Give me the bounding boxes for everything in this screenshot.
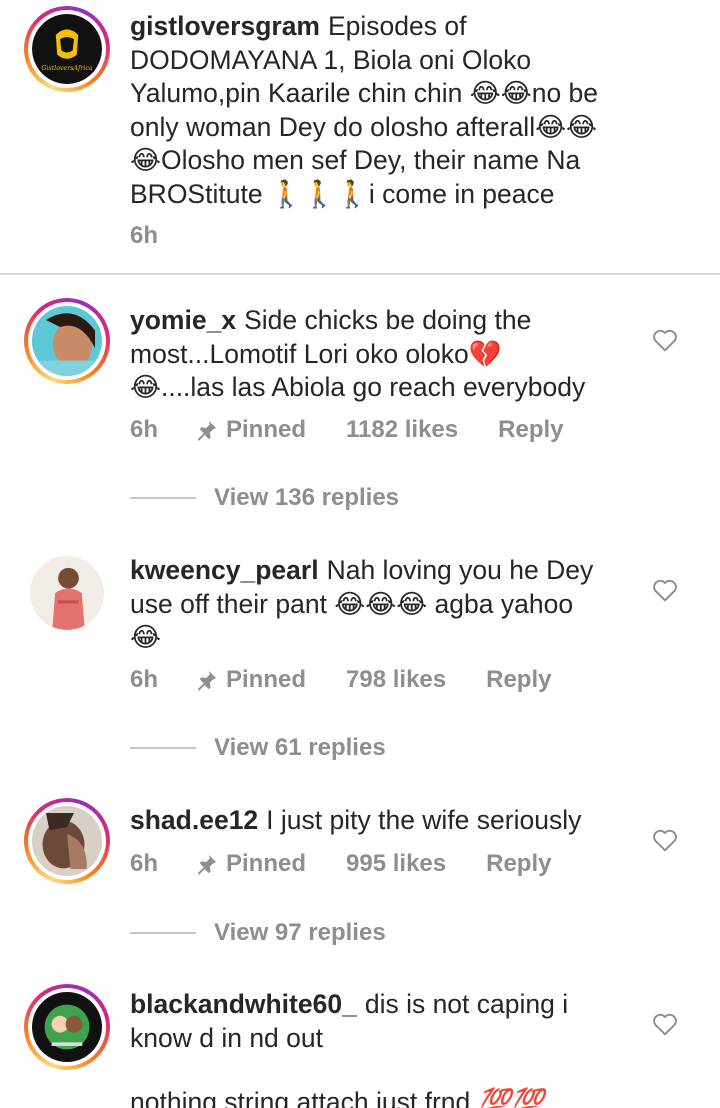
comment-line: 😂....las las Abiola go reach everybody (130, 372, 586, 402)
comment-timestamp: 6h (130, 850, 159, 877)
comment-line: 😂 (130, 622, 161, 652)
caption-line-0: gistloversgram Episodes of (130, 11, 467, 41)
caption-username[interactable]: gistloversgram (130, 11, 320, 41)
likes-count[interactable]: 995 likes (346, 850, 446, 878)
view-replies-button[interactable]: View 97 replies (130, 919, 386, 947)
comment-line: use off their pant 😂😂😂 agba yahoo (130, 588, 574, 619)
avatar-photo (30, 556, 104, 630)
comment-continuation: nothing string attach just frnd 💯💯 (130, 1086, 690, 1108)
replies-line (130, 932, 196, 934)
pinned-indicator: Pinned (196, 416, 306, 444)
comment-line: kweency_pearl Nah loving you he Dey (130, 555, 594, 585)
comment-avatar[interactable] (24, 984, 110, 1070)
like-heart-icon[interactable] (652, 328, 678, 352)
comment-line: yomie_x Side chicks be doing the (130, 305, 532, 335)
avatar-photo (32, 806, 102, 876)
pin-icon (197, 420, 217, 441)
likes-count[interactable]: 1182 likes (346, 416, 458, 444)
caption-line-4: 😂Olosho men sef Dey, their name Na (130, 145, 581, 175)
like-heart-icon[interactable] (652, 578, 678, 602)
comment-timestamp: 6h (130, 666, 159, 693)
caption-divider (0, 273, 720, 275)
svg-text:GistloversAfrica: GistloversAfrica (41, 65, 92, 72)
reply-button[interactable]: Reply (486, 850, 551, 878)
replies-line (130, 747, 196, 749)
reply-button[interactable]: Reply (486, 666, 551, 694)
view-replies-button[interactable]: View 136 replies (130, 484, 399, 512)
comment-line: blackandwhite60_ dis is not caping i (130, 989, 569, 1019)
pin-icon (197, 854, 217, 875)
reply-button[interactable]: Reply (498, 416, 563, 444)
caption-line-3: only woman Dey do olosho afterall😂😂 (130, 111, 598, 142)
comment-avatar[interactable] (24, 798, 110, 884)
comment-avatar[interactable] (24, 298, 110, 384)
avatar-photo (32, 992, 102, 1062)
like-heart-icon[interactable] (652, 1012, 678, 1036)
caption-line-1: DODOMAYANA 1, Biola oni Oloko (130, 44, 532, 75)
comment-timestamp: 6h (130, 416, 159, 443)
comment-username[interactable]: kweency_pearl (130, 555, 319, 585)
pin-icon (197, 670, 217, 691)
comment-line: most...Lomotif Lori oko oloko💔 (130, 338, 502, 369)
caption-line-5: BROStitute 🚶🚶🚶i come in peace (130, 178, 555, 209)
caption-line-2: Yalumo,pin Kaarile chin chin 😂😂no be (130, 78, 599, 108)
comment-line: shad.ee12 I just pity the wife seriously (130, 805, 582, 835)
avatar-photo (32, 306, 102, 376)
comment-username[interactable]: blackandwhite60_ (130, 989, 357, 1019)
caption-timestamp: 6h (130, 222, 159, 249)
hundred-emoji: 💯💯 (477, 1087, 544, 1108)
pinned-indicator: Pinned (196, 850, 306, 878)
comment-username[interactable]: shad.ee12 (130, 805, 258, 835)
like-heart-icon[interactable] (652, 828, 678, 852)
comments-screen: GistloversAfrica gistloversgram Episodes … (0, 0, 720, 1108)
comment-avatar[interactable] (24, 550, 110, 636)
likes-count[interactable]: 798 likes (346, 666, 446, 694)
gistlovers-logo-icon: GistloversAfrica (32, 14, 102, 84)
comment-username[interactable]: yomie_x (130, 305, 236, 335)
comment-line: know d in nd out (130, 1022, 323, 1053)
caption-avatar[interactable]: GistloversAfrica (24, 6, 110, 92)
pinned-indicator: Pinned (196, 666, 306, 694)
replies-line (130, 497, 196, 499)
view-replies-button[interactable]: View 61 replies (130, 734, 386, 762)
